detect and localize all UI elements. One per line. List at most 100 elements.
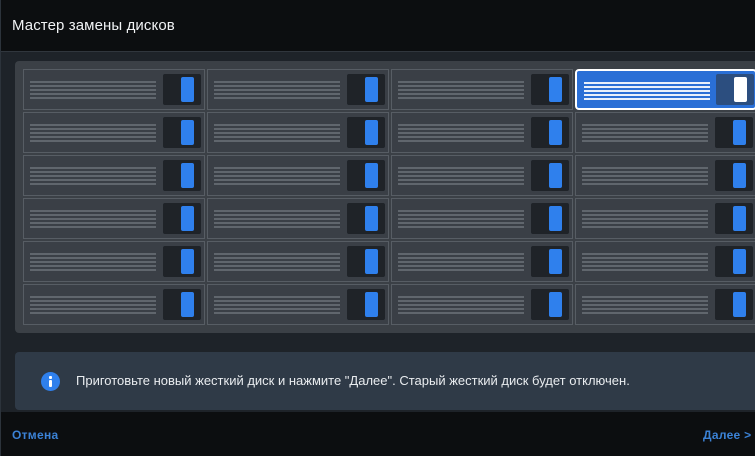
disk-vent-line <box>582 304 708 306</box>
disk-slot-r6-c1[interactable] <box>23 284 205 325</box>
disk-vent-line <box>214 132 340 134</box>
info-banner: Приготовьте новый жесткий диск и нажмите… <box>15 352 755 410</box>
disk-vent-line <box>398 85 524 87</box>
disk-vent-line <box>398 179 524 181</box>
disk-vent-line <box>30 304 156 306</box>
disk-vent-line <box>214 85 340 87</box>
disk-vent-line <box>582 265 708 267</box>
disk-vent-line <box>30 210 156 212</box>
disk-vent-line <box>398 312 524 314</box>
disk-vent-line <box>582 128 708 130</box>
disk-vent-line <box>30 171 156 173</box>
disk-vent-line <box>398 128 524 130</box>
disk-vent-line <box>30 93 156 95</box>
disk-vent-line <box>584 94 710 96</box>
disk-slot-r5-c3[interactable] <box>391 241 573 282</box>
disk-slot-r3-c2[interactable] <box>207 155 389 196</box>
disk-status-led <box>733 163 746 188</box>
disk-vent-line <box>398 93 524 95</box>
disk-slot-r2-c1[interactable] <box>23 112 205 153</box>
disk-vent-line <box>582 312 708 314</box>
disk-slot-r5-c4[interactable] <box>575 241 755 282</box>
disk-vent-line <box>30 81 156 83</box>
disk-vent-line <box>30 214 156 216</box>
disk-vent-line <box>214 269 340 271</box>
disk-slot-r4-c1[interactable] <box>23 198 205 239</box>
disk-vent-line <box>582 136 708 138</box>
disk-vent-line <box>582 269 708 271</box>
disk-slot-r1-c2[interactable] <box>207 69 389 110</box>
disk-vent-line <box>30 296 156 298</box>
disk-status-led <box>181 249 194 274</box>
disk-vent-line <box>398 81 524 83</box>
disk-vent-line <box>30 136 156 138</box>
disk-slot-r5-c2[interactable] <box>207 241 389 282</box>
disk-slot-r6-c4[interactable] <box>575 284 755 325</box>
disk-slot-r3-c1[interactable] <box>23 155 205 196</box>
disk-vent-line <box>214 175 340 177</box>
disk-vent-line <box>30 97 156 99</box>
disk-slot-r1-c4[interactable] <box>575 69 755 110</box>
disk-vent-line <box>30 85 156 87</box>
disk-vent-line <box>398 214 524 216</box>
disk-slot-r1-c1[interactable] <box>23 69 205 110</box>
disk-vent-line <box>214 304 340 306</box>
disk-status-led <box>733 249 746 274</box>
info-message: Приготовьте новый жесткий диск и нажмите… <box>76 373 630 388</box>
disk-vent-line <box>30 175 156 177</box>
disk-vent-line <box>30 300 156 302</box>
disk-slot-r3-c4[interactable] <box>575 155 755 196</box>
disk-vent-line <box>30 261 156 263</box>
disk-vent-line <box>214 124 340 126</box>
disk-slot-r5-c1[interactable] <box>23 241 205 282</box>
disk-vent-line <box>30 132 156 134</box>
disk-status-led <box>365 77 378 102</box>
disk-vent-line <box>582 210 708 212</box>
disk-vent-line <box>582 300 708 302</box>
disk-slot-r6-c3[interactable] <box>391 284 573 325</box>
disk-vent-line <box>30 167 156 169</box>
disk-vent-line <box>398 300 524 302</box>
disk-slot-grid <box>23 69 755 325</box>
disk-vent-line <box>214 265 340 267</box>
disk-status-led <box>733 120 746 145</box>
disk-vent-line <box>30 269 156 271</box>
disk-vent-line <box>30 179 156 181</box>
disk-vent-line <box>214 183 340 185</box>
disk-vent-line <box>582 183 708 185</box>
cancel-button[interactable]: Отмена <box>12 428 58 442</box>
disk-vent-line <box>214 296 340 298</box>
disk-vent-line <box>30 140 156 142</box>
disk-slot-r1-c3[interactable] <box>391 69 573 110</box>
disk-status-led <box>365 249 378 274</box>
disk-vent-line <box>214 97 340 99</box>
dialog-title: Мастер замены дисков <box>12 17 175 34</box>
disk-vent-line <box>214 93 340 95</box>
disk-slot-r2-c4[interactable] <box>575 112 755 153</box>
disk-vent-line <box>582 308 708 310</box>
disk-slot-r6-c2[interactable] <box>207 284 389 325</box>
disk-slot-r3-c3[interactable] <box>391 155 573 196</box>
disk-slot-r2-c3[interactable] <box>391 112 573 153</box>
disk-slot-r4-c3[interactable] <box>391 198 573 239</box>
next-button[interactable]: Далее > <box>703 428 751 442</box>
disk-vent-line <box>398 132 524 134</box>
disk-slot-r4-c4[interactable] <box>575 198 755 239</box>
disk-vent-line <box>398 257 524 259</box>
disk-slot-r2-c2[interactable] <box>207 112 389 153</box>
disk-vent-line <box>214 257 340 259</box>
disk-vent-line <box>398 261 524 263</box>
disk-vent-line <box>584 86 710 88</box>
disk-slot-r4-c2[interactable] <box>207 198 389 239</box>
disk-vent-line <box>582 140 708 142</box>
disk-status-led <box>549 77 562 102</box>
disk-vent-line <box>30 183 156 185</box>
disk-vent-line <box>398 308 524 310</box>
disk-status-led <box>181 206 194 231</box>
disk-vent-line <box>398 140 524 142</box>
disk-vent-line <box>398 175 524 177</box>
disk-vent-line <box>582 171 708 173</box>
disk-status-led <box>181 292 194 317</box>
disk-vent-line <box>30 226 156 228</box>
disk-vent-line <box>582 222 708 224</box>
